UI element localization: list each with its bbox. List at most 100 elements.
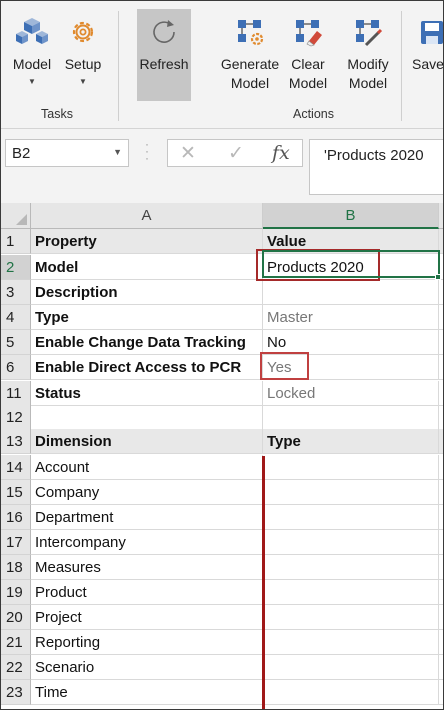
row-header[interactable]: 17 [1,530,31,555]
cell-b[interactable] [263,405,439,430]
cell-b[interactable] [263,555,439,580]
cell-c[interactable] [439,405,443,430]
cell-b[interactable]: Type [263,429,439,454]
cell-a[interactable]: Enable Direct Access to PCR [31,355,263,380]
cell-b[interactable] [263,280,439,305]
cell-c[interactable] [439,530,443,555]
group-label-tasks: Tasks [41,107,73,121]
row-header[interactable]: 14 [1,455,31,480]
formula-bar-grip-icon[interactable]: · · · [145,138,151,165]
cell-a[interactable]: Product [31,580,263,605]
cell-b[interactable] [263,605,439,630]
cell-a[interactable]: Dimension [31,429,263,454]
cell-c[interactable] [439,280,443,305]
cell-b[interactable] [263,580,439,605]
row-header[interactable]: 18 [1,555,31,580]
cell-a[interactable]: Type [31,305,263,330]
worksheet-grid[interactable]: A B 1 Property Value 2 Model Products 2020 3 De… [1,203,443,709]
row-header[interactable]: 20 [1,605,31,630]
row-header[interactable]: 15 [1,480,31,505]
fill-handle[interactable] [435,274,441,280]
model-button[interactable]: Model ▼ [7,9,57,101]
cell-a[interactable]: Intercompany [31,530,263,555]
row-header[interactable]: 21 [1,630,31,655]
save-icon [411,15,443,49]
cell-b[interactable] [263,505,439,530]
cell-b[interactable] [263,680,439,705]
cell-a[interactable]: Description [31,280,263,305]
cell-c[interactable] [439,505,443,530]
cell-b[interactable] [263,655,439,680]
enter-check-icon[interactable]: ✓ [228,142,244,165]
chevron-down-icon[interactable]: ▼ [113,147,122,157]
row-header[interactable]: 23 [1,680,31,705]
cell-c[interactable] [439,680,443,705]
refresh-button[interactable]: Refresh [137,9,191,101]
cell-a[interactable]: Account [31,455,263,480]
column-header-b[interactable]: B [263,203,439,229]
row-header[interactable]: 2 [1,255,31,280]
cell-c[interactable] [439,305,443,330]
cell-a[interactable]: Model [31,255,263,280]
cell-a[interactable]: Reporting [31,630,263,655]
clear-model-button[interactable]: Clear Model [285,9,331,101]
row-header[interactable]: 12 [1,405,31,430]
cell-c[interactable] [439,555,443,580]
cell-a[interactable]: Scenario [31,655,263,680]
cell-c[interactable] [439,355,443,380]
cell-c[interactable] [439,455,443,480]
table-row: 19 Product [1,580,443,605]
dimension-type-annotation-line [262,456,265,709]
row-header[interactable]: 22 [1,655,31,680]
modify-model-button[interactable]: Modify Model [341,9,395,101]
cell-b[interactable]: Master [263,305,439,330]
cell-a[interactable]: Company [31,480,263,505]
cell-a[interactable]: Time [31,680,263,705]
table-row: 3 Description [1,280,443,305]
cell-c[interactable] [439,330,443,355]
cell-a[interactable]: Property [31,229,263,254]
cell-c[interactable] [439,429,443,454]
cell-a[interactable]: Measures [31,555,263,580]
cell-c[interactable] [439,381,443,406]
cell-a[interactable]: Status [31,381,263,406]
cell-c[interactable] [439,630,443,655]
row-header[interactable]: 19 [1,580,31,605]
cell-b[interactable]: Locked [263,381,439,406]
row-header[interactable]: 4 [1,305,31,330]
clear-model-icon [291,15,325,49]
cell-b[interactable] [263,455,439,480]
save-button[interactable]: Save [407,9,443,101]
row-header[interactable]: 11 [1,381,31,406]
cell-b[interactable] [263,630,439,655]
name-box[interactable]: B2 ▼ [5,139,129,167]
row-header[interactable]: 6 [1,355,31,380]
cell-b[interactable] [263,480,439,505]
table-row: 22 Scenario [1,655,443,680]
formula-input[interactable]: 'Products 2020 [309,139,443,195]
table-row: 13 Dimension Type [1,429,443,454]
row-header[interactable]: 16 [1,505,31,530]
column-header-c[interactable] [439,203,443,229]
column-header-a[interactable]: A [31,203,263,229]
row-header[interactable]: 3 [1,280,31,305]
table-row: 18 Measures [1,555,443,580]
row-header[interactable]: 5 [1,330,31,355]
row-header[interactable]: 1 [1,229,31,254]
insert-function-icon[interactable]: fx [272,142,290,164]
select-all-button[interactable] [1,203,31,229]
active-cell-b2[interactable] [262,250,440,278]
cell-c[interactable] [439,605,443,630]
cancel-icon[interactable]: ✕ [180,142,196,165]
cell-a[interactable]: Department [31,505,263,530]
cell-c[interactable] [439,580,443,605]
generate-model-button[interactable]: Generate Model [217,9,283,101]
cell-a[interactable]: Project [31,605,263,630]
cell-c[interactable] [439,655,443,680]
setup-button[interactable]: Setup ▼ [59,9,107,101]
cell-c[interactable] [439,480,443,505]
cell-a[interactable]: Enable Change Data Tracking [31,330,263,355]
cell-a[interactable] [31,405,263,430]
cell-b[interactable] [263,530,439,555]
row-header[interactable]: 13 [1,429,31,454]
